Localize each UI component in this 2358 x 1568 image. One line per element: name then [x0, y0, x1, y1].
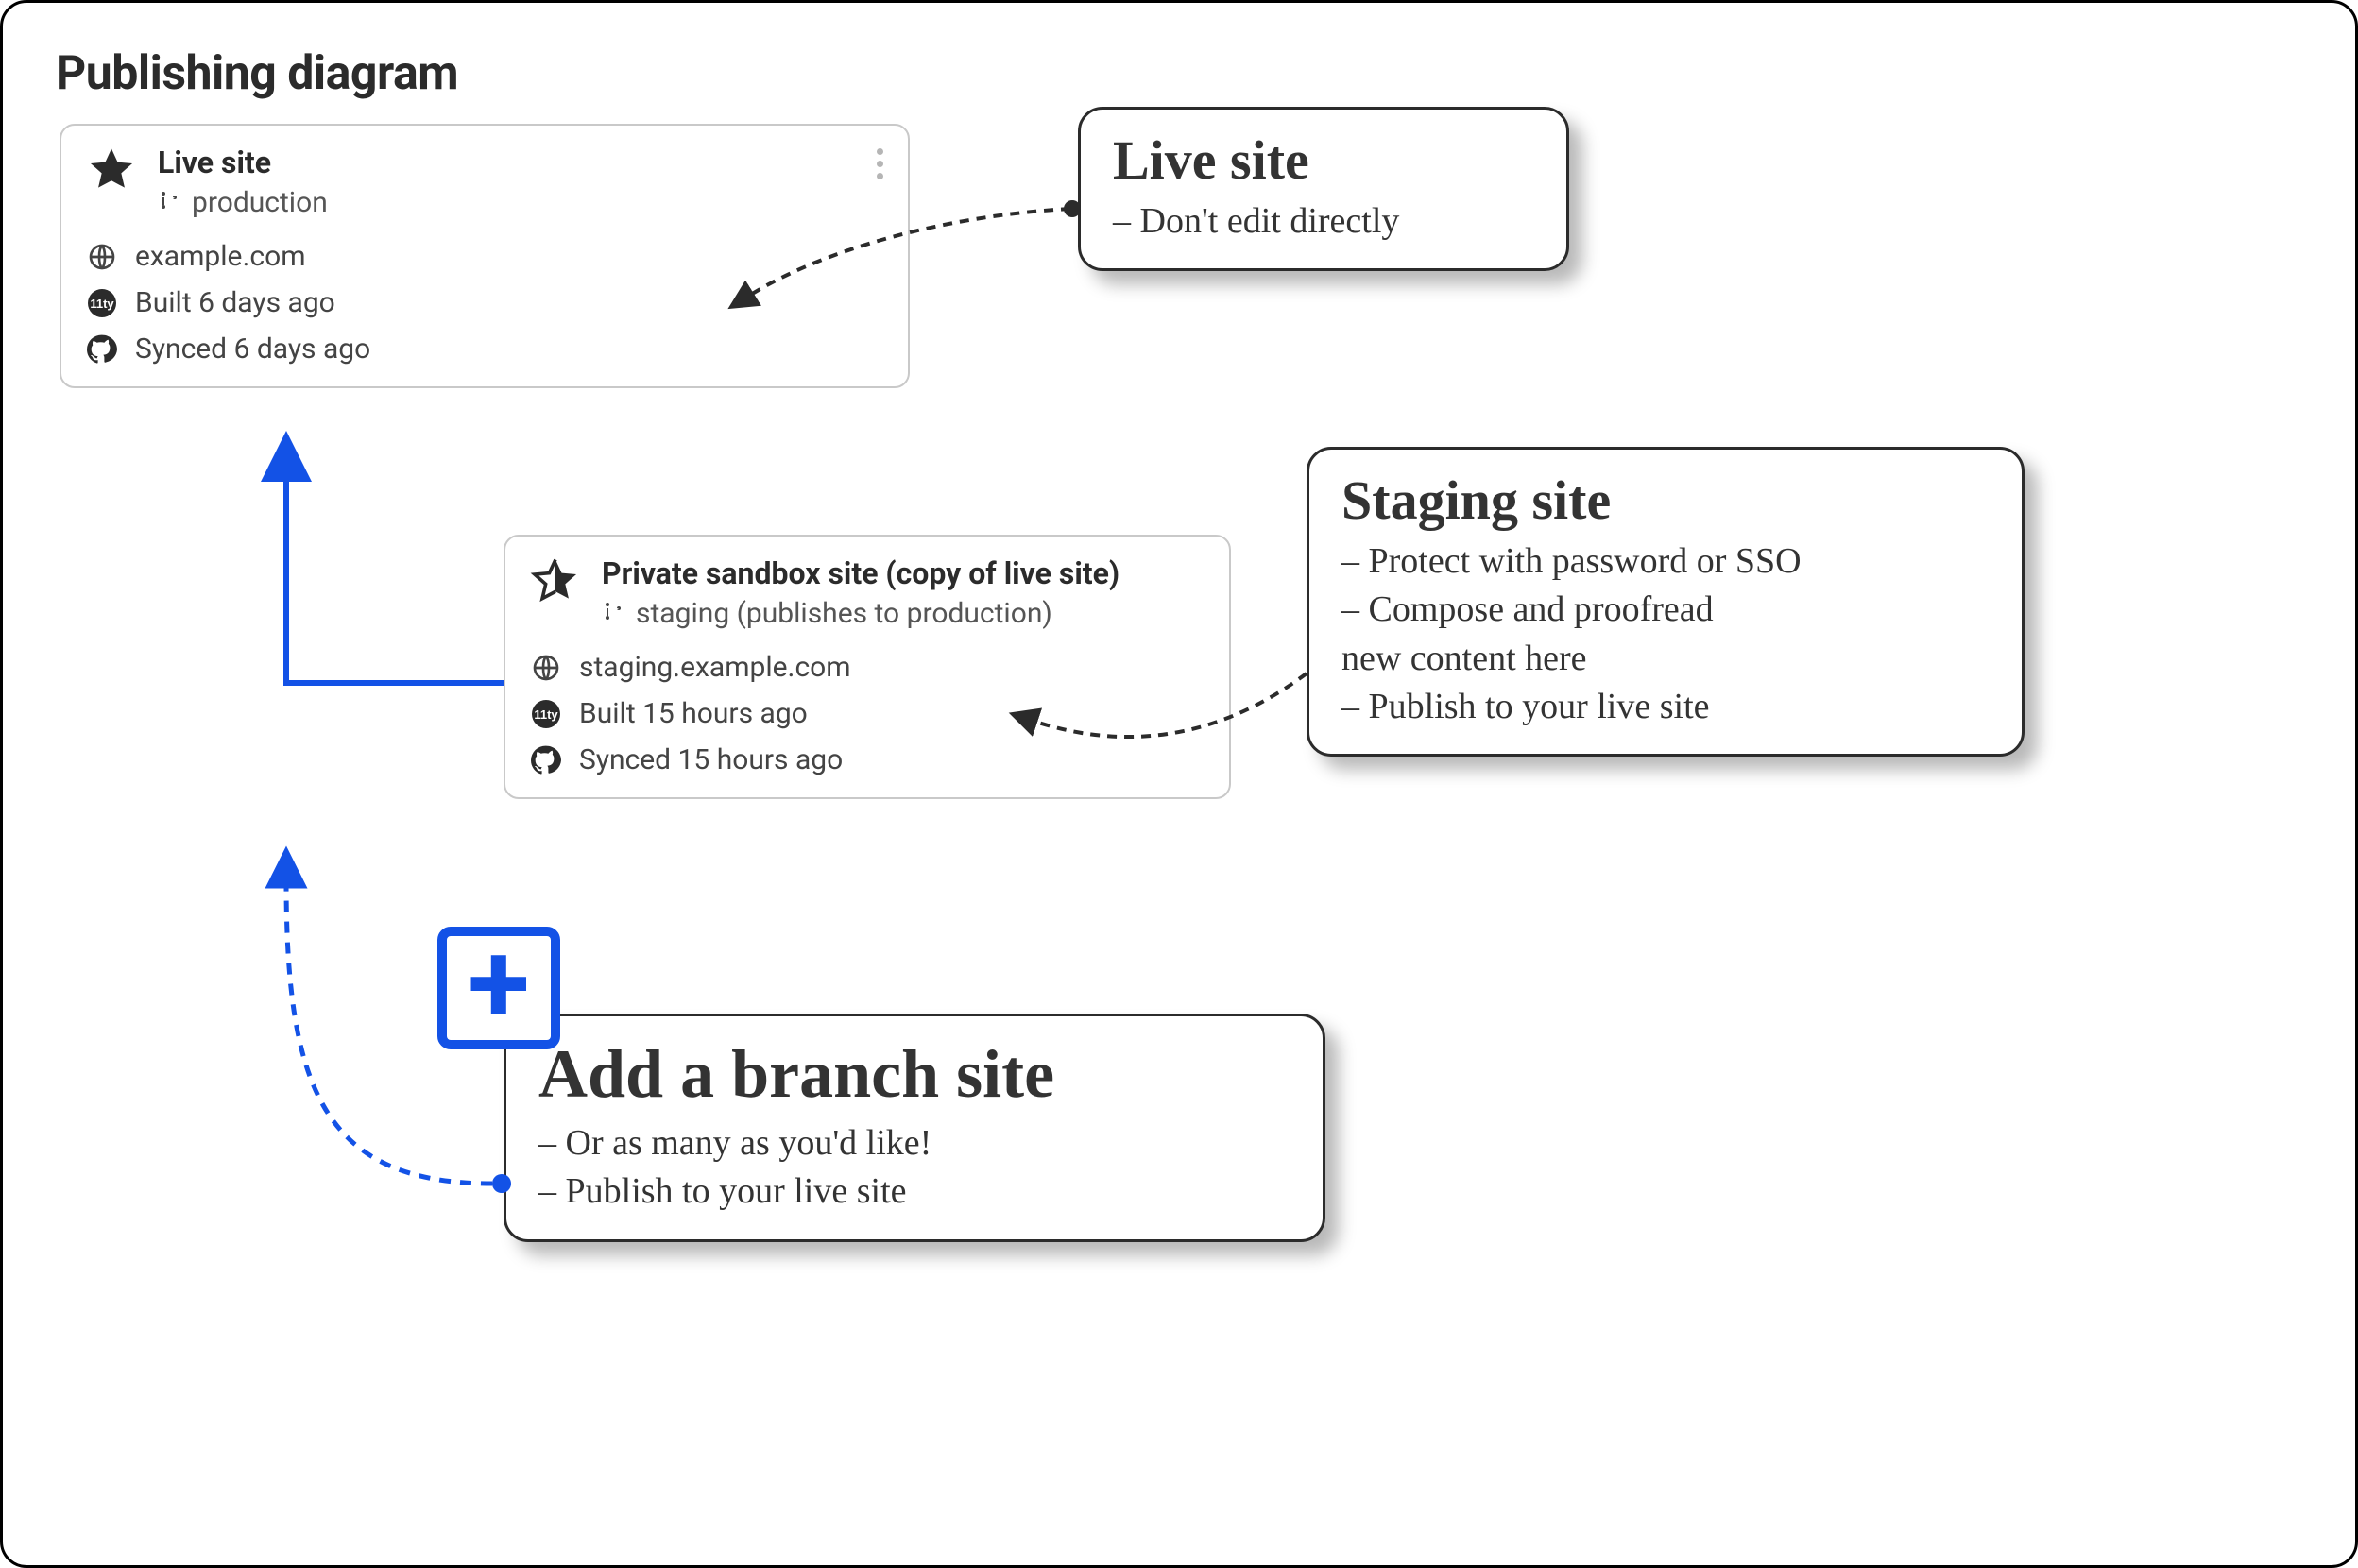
half-star-icon — [530, 555, 581, 606]
add-branch-note: Add a branch site Or as many as you'd li… — [504, 1014, 1325, 1242]
live-note-title: Live site — [1113, 128, 1534, 192]
live-note-line1: Don't edit directly — [1113, 197, 1534, 246]
globe-icon — [530, 652, 562, 684]
staging-site-card[interactable]: Private sandbox site (copy of live site)… — [504, 535, 1231, 799]
branch-note-line1: Or as many as you'd like! — [538, 1119, 1290, 1167]
github-icon — [86, 333, 118, 366]
staging-site-note: Staging site Protect with password or SS… — [1307, 447, 2025, 757]
staging-note-line3: Publish to your live site — [1341, 683, 1990, 731]
staging-note-line2a: Compose and proofread — [1341, 586, 1990, 634]
diagram-title: Publishing diagram — [56, 46, 458, 101]
github-icon — [530, 744, 562, 776]
star-icon — [86, 145, 137, 196]
staging-note-title: Staging site — [1341, 469, 1990, 532]
branch-note-line2: Publish to your live site — [538, 1167, 1290, 1216]
live-site-sync: Synced 6 days ago — [135, 332, 370, 366]
svg-text:11ty: 11ty — [534, 707, 558, 722]
staging-site-build: Built 15 hours ago — [579, 697, 808, 730]
branch-note-title: Add a branch site — [538, 1035, 1290, 1114]
kebab-icon[interactable] — [877, 148, 883, 179]
staging-site-branch: staging (publishes to production) — [636, 597, 1052, 630]
live-site-note: Live site Don't edit directly — [1078, 107, 1569, 271]
live-site-branch: production — [192, 186, 328, 219]
staging-site-domain: staging.example.com — [579, 651, 851, 684]
staging-note-line2b: new content here — [1341, 635, 1990, 683]
live-site-name: Live site — [158, 145, 328, 180]
eleventy-icon: 11ty — [530, 698, 562, 730]
live-site-card[interactable]: Live site production example.com 11ty — [60, 124, 910, 388]
staging-site-name: Private sandbox site (copy of live site) — [602, 555, 1119, 591]
branch-icon — [602, 597, 624, 630]
live-site-domain: example.com — [135, 240, 306, 273]
staging-note-line1: Protect with password or SSO — [1341, 537, 1990, 586]
publishing-diagram-frame: Publishing diagram Live site production — [0, 0, 2358, 1568]
eleventy-icon: 11ty — [86, 287, 118, 319]
live-site-build: Built 6 days ago — [135, 286, 335, 319]
branch-icon — [158, 186, 180, 219]
staging-site-sync: Synced 15 hours ago — [579, 743, 843, 776]
svg-text:11ty: 11ty — [90, 297, 114, 311]
globe-icon — [86, 241, 118, 273]
add-branch-site-button[interactable]: + — [437, 927, 560, 1049]
